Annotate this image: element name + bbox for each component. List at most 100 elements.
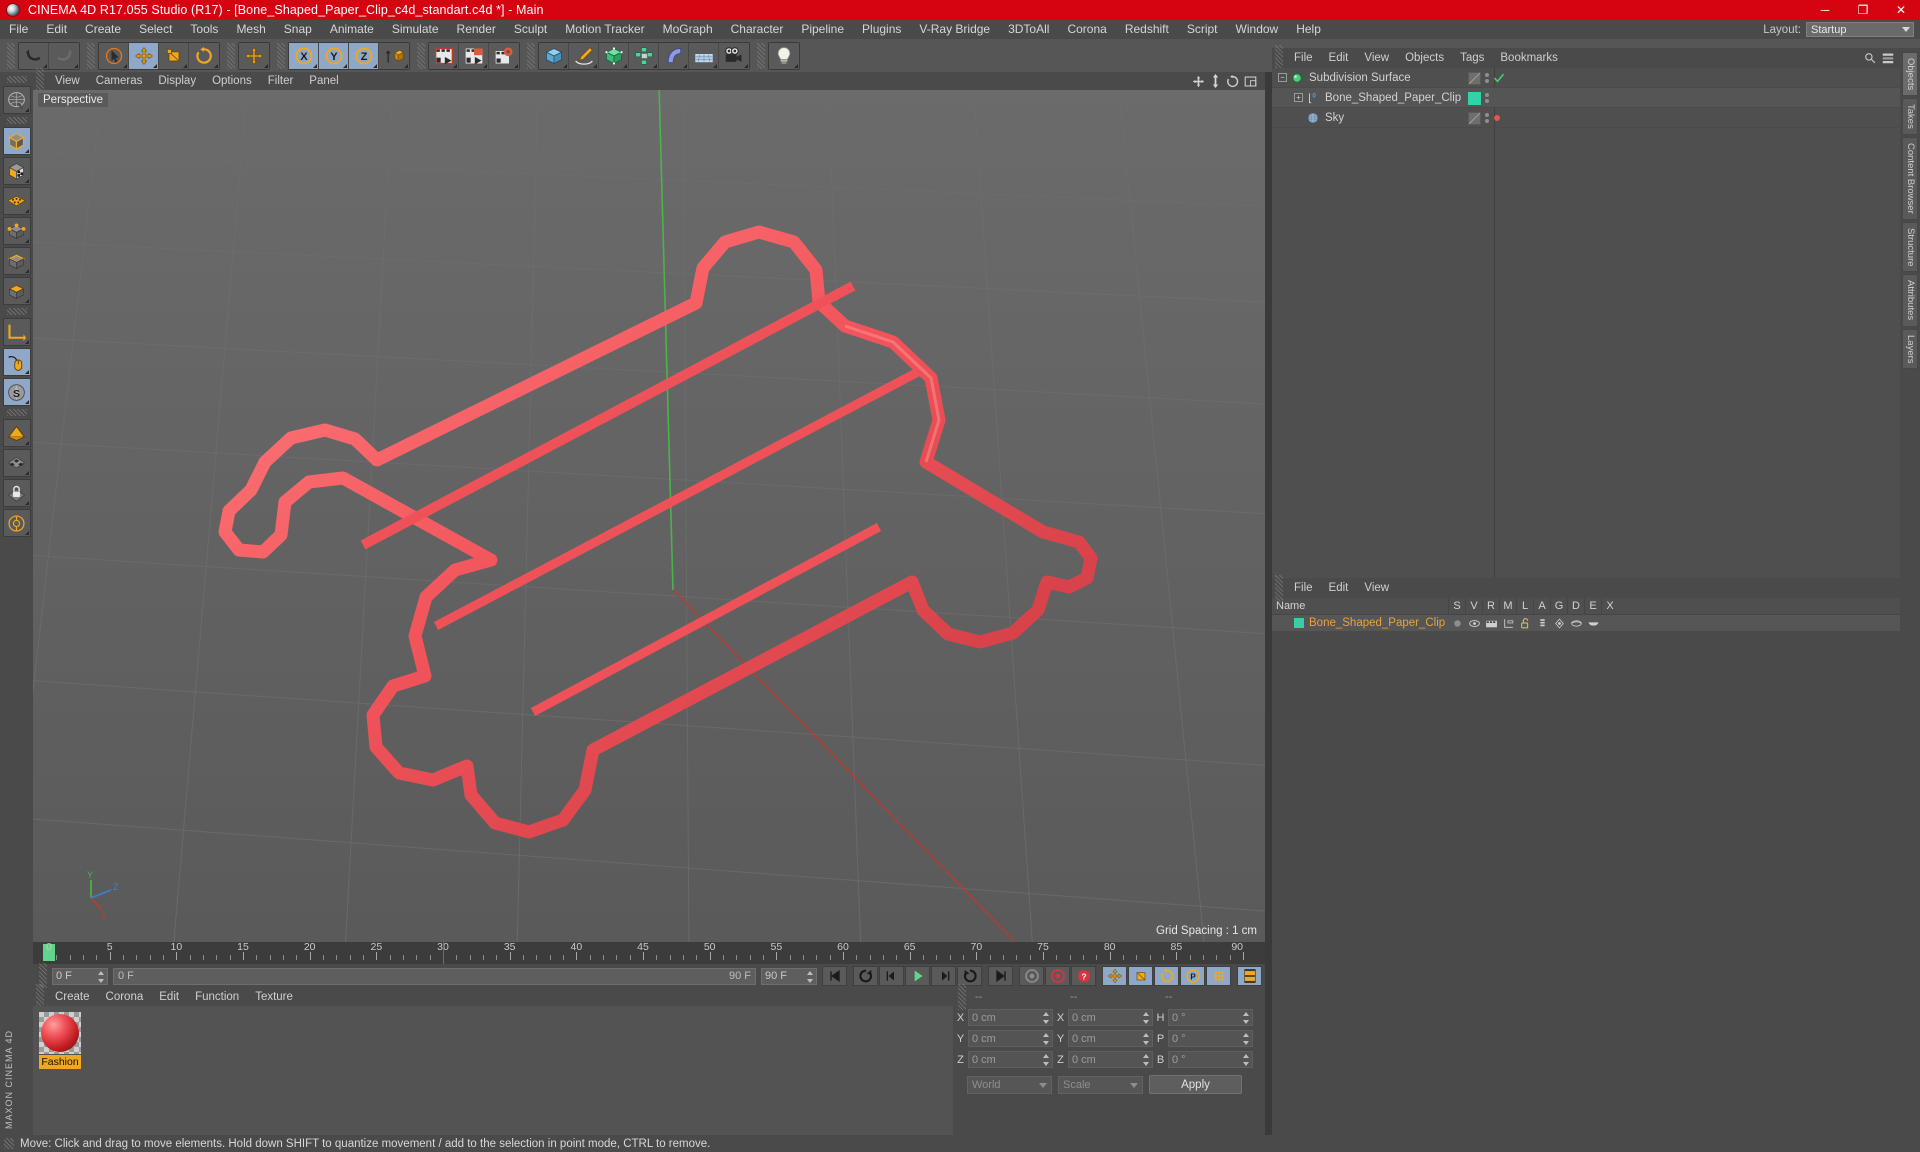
- transport-play-forward[interactable]: [905, 966, 930, 986]
- menu-item-corona[interactable]: Corona: [1058, 20, 1115, 39]
- panel-grip-icon[interactable]: [1275, 575, 1283, 601]
- toolbar-grip-icon[interactable]: [87, 42, 95, 69]
- visibility-dots-icon[interactable]: [1485, 113, 1489, 123]
- toolbar-grip-icon[interactable]: [277, 42, 285, 69]
- rotate-view-icon[interactable]: [1226, 74, 1239, 88]
- transport-previous-key[interactable]: [879, 966, 904, 986]
- transport-next-key[interactable]: [931, 966, 956, 986]
- right-tab-layers[interactable]: Layers: [1902, 328, 1918, 370]
- transport-play-backwards-loop[interactable]: [853, 966, 878, 986]
- flyout-corner-icon[interactable]: [313, 63, 317, 68]
- menu-item-select[interactable]: Select: [130, 20, 181, 39]
- expander-toggle[interactable]: +: [1294, 93, 1303, 102]
- flyout-corner-icon[interactable]: [24, 299, 29, 303]
- object-menu-objects[interactable]: Objects: [1397, 48, 1452, 68]
- stepper-icon[interactable]: [1043, 1012, 1050, 1024]
- flyout-corner-icon[interactable]: [563, 63, 567, 68]
- stepper-icon[interactable]: [1143, 1012, 1150, 1024]
- flyout-corner-icon[interactable]: [483, 63, 487, 68]
- left-tool-texture-checker[interactable]: [2, 449, 31, 477]
- object-tree[interactable]: − Subdivision Surface +0 Bone_Shaped_Paper_…: [1272, 68, 1920, 578]
- toolbar-button-world-coord[interactable]: [379, 42, 409, 69]
- toolbar-button-undo[interactable]: [19, 42, 49, 69]
- menu-item-mograph[interactable]: MoGraph: [654, 20, 722, 39]
- menu-item-plugins[interactable]: Plugins: [853, 20, 910, 39]
- stepper-icon[interactable]: [1043, 1033, 1050, 1045]
- visibility-dots-icon[interactable]: [1485, 93, 1489, 103]
- rotation-p-field[interactable]: 0 °: [1168, 1030, 1253, 1047]
- toolbar-button-floor-environment[interactable]: [689, 42, 719, 69]
- right-tab-objects[interactable]: Objects: [1902, 52, 1918, 97]
- viewport-menu-filter[interactable]: Filter: [260, 72, 302, 90]
- viewport-menu-cameras[interactable]: Cameras: [88, 72, 151, 90]
- toolbar-button-select-cursor[interactable]: [99, 42, 129, 69]
- toolbar-button-render-region[interactable]: [459, 42, 489, 69]
- render-icon[interactable]: [1485, 617, 1498, 630]
- left-tool-texture-mode[interactable]: [2, 157, 31, 185]
- expander-toggle[interactable]: −: [1278, 73, 1287, 82]
- menu-item-redshift[interactable]: Redshift: [1116, 20, 1178, 39]
- deform-icon[interactable]: [1570, 617, 1583, 630]
- flyout-corner-icon[interactable]: [24, 370, 29, 374]
- menu-item-sculpt[interactable]: Sculpt: [505, 20, 556, 39]
- flyout-corner-icon[interactable]: [794, 63, 798, 68]
- object-tag-swatch[interactable]: [1468, 71, 1481, 85]
- flyout-corner-icon[interactable]: [43, 63, 47, 68]
- visibility-icon[interactable]: [1468, 617, 1481, 630]
- object-menu-edit[interactable]: Edit: [1321, 48, 1357, 68]
- transport-goto-end[interactable]: [988, 966, 1013, 986]
- enabled-check-icon[interactable]: [1493, 72, 1505, 84]
- flyout-corner-icon[interactable]: [713, 63, 717, 68]
- attribute-menu-edit[interactable]: Edit: [1321, 578, 1357, 598]
- status-dot-icon[interactable]: [1494, 115, 1500, 121]
- stepper-icon[interactable]: [98, 970, 105, 983]
- menu-item-edit[interactable]: Edit: [37, 20, 76, 39]
- coordinate-mode-dropdown[interactable]: Scale: [1058, 1075, 1143, 1094]
- flyout-corner-icon[interactable]: [24, 149, 29, 153]
- flyout-corner-icon[interactable]: [24, 269, 29, 273]
- coordinate-system-dropdown[interactable]: World: [967, 1075, 1052, 1094]
- menu-item-animate[interactable]: Animate: [321, 20, 383, 39]
- viewport-3d-canvas[interactable]: Perspective Grid Spacing : 1 cm Y Z X: [33, 90, 1265, 942]
- toolbar-button-move[interactable]: [129, 42, 159, 69]
- maximize-view-icon[interactable]: [1244, 75, 1257, 88]
- left-tool-snap-settings-s[interactable]: S: [2, 378, 31, 406]
- object-row[interactable]: Sky: [1272, 108, 1920, 128]
- toolbar-button-redo[interactable]: [49, 42, 79, 69]
- close-button[interactable]: ✕: [1882, 0, 1920, 20]
- table-row[interactable]: Bone_Shaped_Paper_Clip: [1272, 615, 1920, 631]
- menu-item-file[interactable]: File: [0, 20, 37, 39]
- rotation-h-field[interactable]: 0 °: [1168, 1009, 1253, 1026]
- search-icon[interactable]: [1864, 52, 1876, 64]
- left-tool-polygon-mode[interactable]: [2, 187, 31, 215]
- flyout-corner-icon[interactable]: [183, 63, 187, 68]
- rotation-b-field[interactable]: 0 °: [1168, 1051, 1253, 1068]
- toolbar-button-deformer-bend[interactable]: [659, 42, 689, 69]
- right-tab-structure[interactable]: Structure: [1902, 221, 1918, 273]
- menu-item-3dtoall[interactable]: 3DToAll: [999, 20, 1058, 39]
- expression-icon[interactable]: [1587, 617, 1600, 630]
- stepper-icon[interactable]: [1243, 1012, 1250, 1024]
- material-menu-corona[interactable]: Corona: [98, 988, 152, 1006]
- flyout-corner-icon[interactable]: [24, 501, 29, 505]
- transport-key-rotation[interactable]: [1154, 966, 1179, 986]
- object-menu-tags[interactable]: Tags: [1452, 48, 1492, 68]
- flyout-corner-icon[interactable]: [153, 63, 157, 68]
- attribute-menu-view[interactable]: View: [1356, 578, 1397, 598]
- animate-icon[interactable]: [1536, 617, 1549, 630]
- toolbar-button-rotate[interactable]: [189, 42, 219, 69]
- flyout-corner-icon[interactable]: [453, 63, 457, 68]
- visibility-dots-icon[interactable]: [1485, 73, 1489, 83]
- position-z-field[interactable]: 0 cm: [968, 1051, 1053, 1068]
- material-menu-function[interactable]: Function: [187, 988, 247, 1006]
- transport-key-position[interactable]: [1102, 966, 1127, 986]
- flyout-corner-icon[interactable]: [24, 239, 29, 243]
- left-tool-planar-workplane[interactable]: [2, 509, 31, 537]
- toolbar-grip-icon[interactable]: [7, 42, 15, 69]
- right-tab-takes[interactable]: Takes: [1902, 98, 1918, 136]
- stepper-icon[interactable]: [1243, 1054, 1250, 1066]
- hierarchy-icon[interactable]: [1502, 617, 1515, 630]
- menu-item-motion-tracker[interactable]: Motion Tracker: [556, 20, 653, 39]
- material-item[interactable]: Fashion: [39, 1012, 81, 1069]
- menu-item-tools[interactable]: Tools: [181, 20, 227, 39]
